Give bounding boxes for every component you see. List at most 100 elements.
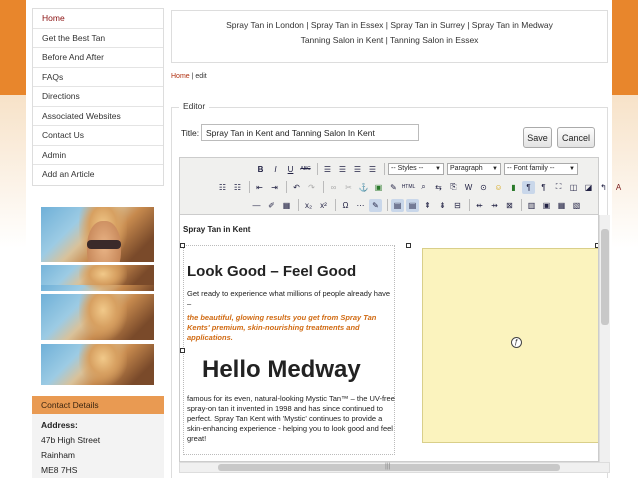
redo-icon[interactable]: ↷ [305, 181, 318, 194]
font-color-icon[interactable]: A [612, 181, 625, 194]
format-select[interactable]: Paragraph ▼ [447, 163, 501, 175]
subscript-icon[interactable]: x₂ [302, 199, 315, 212]
toolbar-row: ☷ ☷ ⇤ ⇥ ↶ ↷ ∞ ✂ ⚓ ▣ ✎ HTML ⌕ ⇆ ⎘ W ⊙ ☺ ▮… [216, 178, 627, 196]
template-icon[interactable]: ▧ [570, 199, 583, 212]
nav-item-add-an-article[interactable]: Add an Article [33, 165, 163, 185]
image-icon[interactable]: ▣ [372, 181, 385, 194]
align-center-icon[interactable]: ☰ [336, 163, 349, 176]
side-band-left-lower [0, 95, 26, 478]
move-layer-icon[interactable]: ◪ [582, 181, 595, 194]
toolbar-row: — ✐ ▦ x₂ x² Ω ⋯ ✎ ▤ ▤ ⇞ ⇟ ⊟ ⇷ ⇸ ⊠ ▥ ▣ ▦ … [250, 196, 585, 214]
nav-item-directions[interactable]: Directions [33, 87, 163, 107]
special-char-icon[interactable]: Ω [339, 199, 352, 212]
rtl-icon[interactable]: ¶ [537, 181, 550, 194]
fullscreen-icon[interactable]: ⛶ [552, 181, 565, 194]
media-icon[interactable]: ▮ [507, 181, 520, 194]
editor-content-area[interactable]: Spray Tan in Kent Look Good – Feel Good … [179, 215, 599, 462]
nav-item-associated-websites[interactable]: Associated Websites [33, 107, 163, 126]
insert-col-before-icon[interactable]: ⇷ [473, 199, 486, 212]
merge-cells-icon[interactable]: ▣ [540, 199, 553, 212]
underline-icon[interactable]: U [284, 163, 297, 176]
breadcrumb-home-link[interactable]: Home [171, 73, 190, 80]
side-band-right [612, 0, 638, 95]
photo-sunglasses [87, 240, 121, 249]
more-icon[interactable]: ⋯ [354, 199, 367, 212]
styles-select[interactable]: -- Styles -- ▼ [388, 163, 444, 175]
content-big-heading: Hello Medway [202, 356, 361, 383]
cell-props-icon[interactable]: ▦ [555, 199, 568, 212]
table-icon[interactable]: ▤ [391, 198, 404, 212]
bullet-list-icon[interactable]: ☷ [216, 181, 229, 194]
photo-tile [41, 344, 154, 385]
anchor-icon[interactable]: ⚓ [357, 181, 370, 194]
visual-aid-icon[interactable]: ▦ [280, 199, 293, 212]
vertical-scrollbar[interactable] [599, 215, 610, 462]
row-props-icon[interactable]: ▤ [406, 198, 419, 212]
delete-row-icon[interactable]: ⊟ [451, 199, 464, 212]
italic-icon[interactable]: I [269, 163, 282, 176]
chevron-down-icon: ▼ [569, 166, 575, 172]
html-icon[interactable]: HTML [402, 181, 416, 194]
font-family-select[interactable]: -- Font family -- ▼ [504, 163, 578, 175]
insert-row-before-icon[interactable]: ⇞ [421, 199, 434, 212]
photo-hair [79, 265, 127, 291]
absolute-icon[interactable]: ↰ [597, 181, 610, 194]
find-icon[interactable]: ⌕ [417, 181, 430, 194]
address-line: ME8 7HS [41, 465, 78, 475]
title-input[interactable] [201, 124, 419, 141]
resize-handle[interactable] [406, 243, 411, 248]
numbered-list-icon[interactable]: ☷ [231, 181, 244, 194]
horizontal-scrollbar[interactable]: ||| [179, 462, 610, 473]
align-right-icon[interactable]: ☰ [351, 163, 364, 176]
content-h1: Look Good – Feel Good [187, 263, 357, 280]
resize-handle[interactable] [180, 243, 185, 248]
nav-item-faqs[interactable]: FAQs [33, 68, 163, 87]
nav-item-admin[interactable]: Admin [33, 146, 163, 165]
align-left-icon[interactable]: ☰ [321, 163, 334, 176]
link-icon[interactable]: ∞ [327, 181, 340, 194]
horizontal-rule-icon[interactable]: — [250, 199, 263, 212]
undo-icon[interactable]: ↶ [290, 181, 303, 194]
unlink-icon[interactable]: ✂ [342, 181, 355, 194]
resize-handle[interactable] [180, 348, 185, 353]
toolbar-separator [323, 181, 324, 193]
breadcrumb-current: edit [195, 73, 207, 80]
toolbar-separator [286, 181, 287, 193]
save-button[interactable]: Save [523, 127, 552, 148]
outdent-icon[interactable]: ⇤ [253, 181, 266, 194]
top-links-line[interactable]: Tanning Salon in Kent | Tanning Salon in… [172, 33, 607, 48]
superscript-icon[interactable]: x² [317, 199, 330, 212]
nav-item-get-the-best-tan[interactable]: Get the Best Tan [33, 29, 163, 48]
toolbar-separator [387, 199, 388, 211]
paste-icon[interactable]: ⎘ [447, 181, 460, 194]
paste-word-icon[interactable]: W [462, 181, 475, 194]
insert-col-after-icon[interactable]: ⇸ [488, 199, 501, 212]
nav-item-before-and-after[interactable]: Before And After [33, 48, 163, 68]
sidebar-nav: Home Get the Best Tan Before And After F… [32, 8, 164, 186]
nav-item-contact-us[interactable]: Contact Us [33, 126, 163, 146]
media-placeholder[interactable]: ƒ [422, 248, 598, 443]
split-cells-icon[interactable]: ▥ [525, 199, 538, 212]
ltr-icon[interactable]: ¶ [522, 180, 535, 194]
strikethrough-icon[interactable]: ABC [299, 163, 312, 176]
edit-image-icon[interactable]: ✎ [369, 198, 382, 212]
insert-layer-icon[interactable]: ◫ [567, 181, 580, 194]
spellcheck-icon[interactable]: ⊙ [477, 181, 490, 194]
edit-css-icon[interactable]: ✐ [265, 199, 278, 212]
cleanup-icon[interactable]: ✎ [387, 181, 400, 194]
breadcrumb: Home | edit [171, 73, 207, 80]
replace-icon[interactable]: ⇆ [432, 181, 445, 194]
indent-icon[interactable]: ⇥ [268, 181, 281, 194]
align-justify-icon[interactable]: ☰ [366, 163, 379, 176]
bold-icon[interactable]: B [254, 163, 267, 176]
format-select-value: Paragraph [450, 165, 483, 172]
insert-row-after-icon[interactable]: ⇟ [436, 199, 449, 212]
top-links-banner: Spray Tan in London | Spray Tan in Essex… [171, 10, 608, 63]
delete-col-icon[interactable]: ⊠ [503, 199, 516, 212]
emoticon-icon[interactable]: ☺ [492, 181, 505, 194]
top-links-line[interactable]: Spray Tan in London | Spray Tan in Essex… [172, 18, 607, 33]
nav-item-home[interactable]: Home [33, 9, 163, 29]
styles-select-value: -- Styles -- [391, 165, 424, 172]
vertical-scrollbar-thumb[interactable] [601, 229, 609, 325]
cancel-button[interactable]: Cancel [557, 127, 595, 148]
